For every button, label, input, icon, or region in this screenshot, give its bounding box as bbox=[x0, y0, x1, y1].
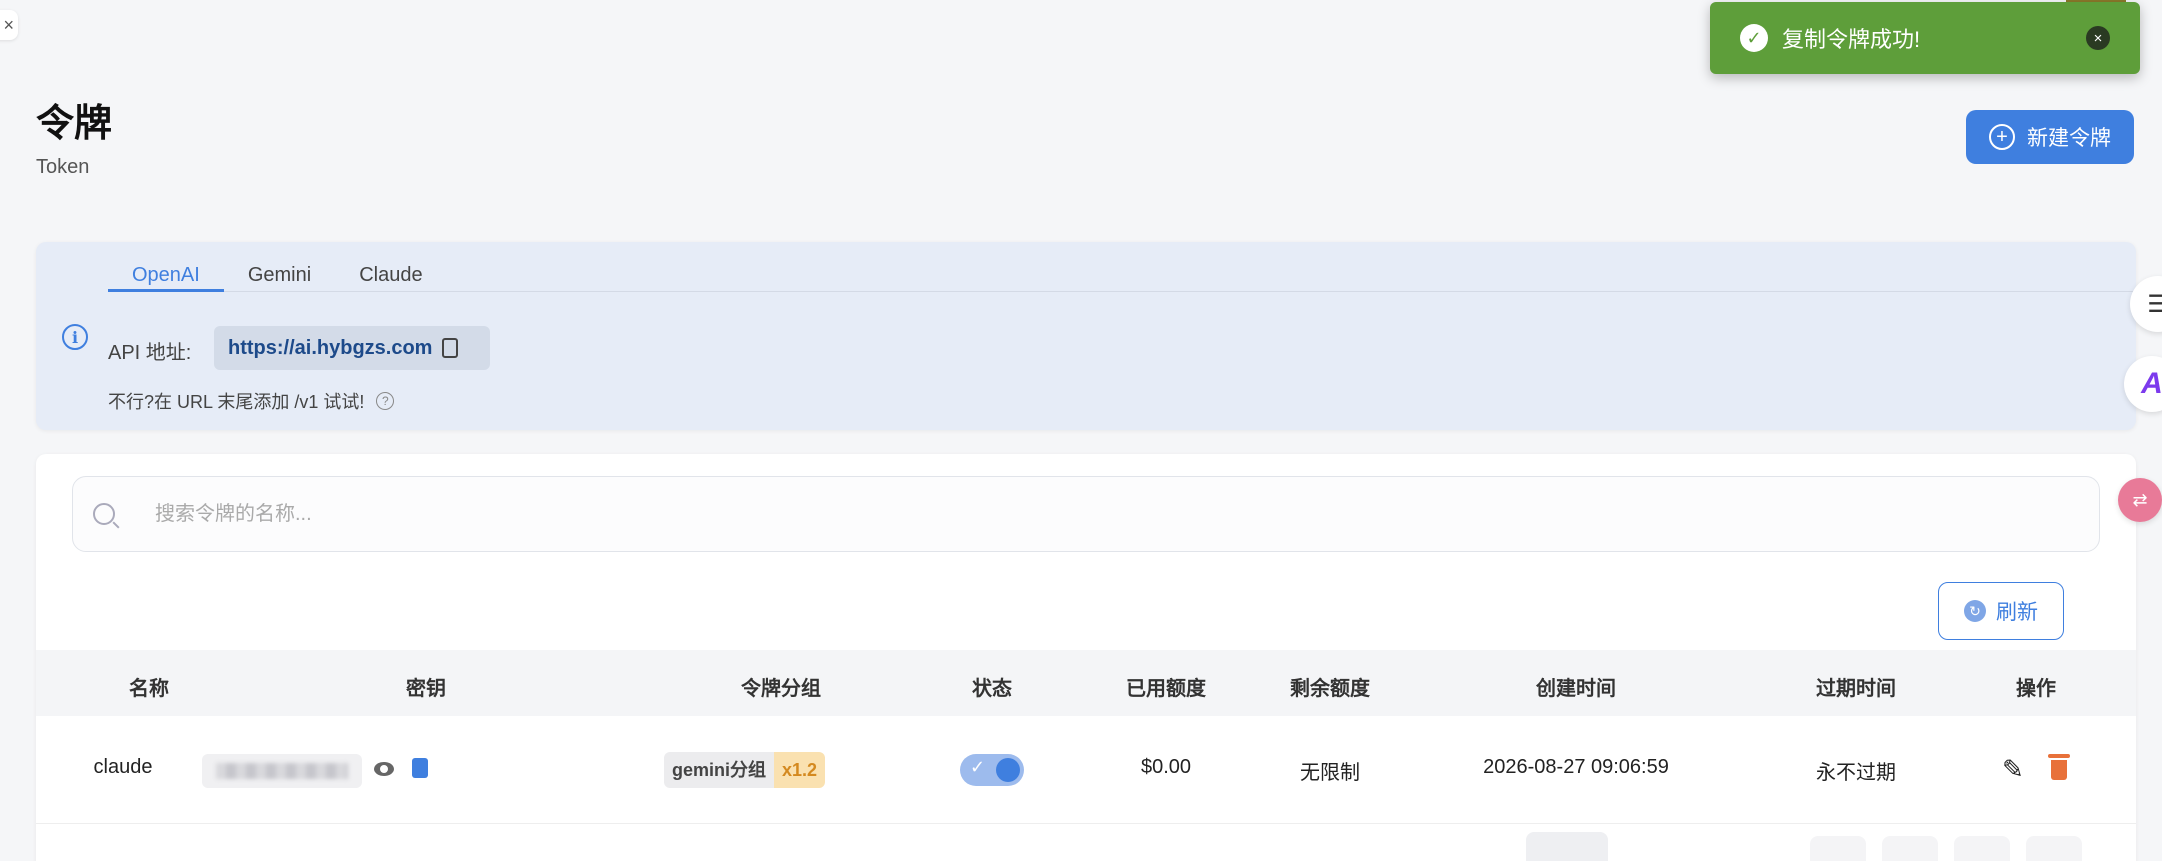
tab-gemini[interactable]: Gemini bbox=[224, 262, 335, 292]
token-group-name: gemini分组 bbox=[664, 752, 775, 788]
tab-openai[interactable]: OpenAI bbox=[108, 262, 224, 292]
remaining-quota: 无限制 bbox=[1300, 762, 1360, 784]
copy-icon[interactable] bbox=[442, 338, 459, 358]
search-box[interactable] bbox=[72, 476, 2100, 552]
copy-key-icon[interactable] bbox=[412, 758, 428, 778]
column-header-expires: 过期时间 bbox=[1816, 678, 1896, 700]
edit-icon[interactable]: ✎ bbox=[2002, 754, 2024, 785]
help-icon[interactable]: ? bbox=[376, 392, 395, 410]
column-header-created-at: 创建时间 bbox=[1536, 678, 1616, 700]
status-toggle[interactable]: ✓ bbox=[960, 754, 1024, 786]
search-icon bbox=[93, 503, 115, 525]
table-row: claude gemini分组 x1.2 ✓ $0.00 无限制 2026-08… bbox=[36, 716, 2136, 824]
page-subtitle: Token bbox=[36, 156, 90, 178]
column-header-group: 令牌分组 bbox=[741, 678, 821, 700]
new-token-label: 新建令牌 bbox=[2027, 127, 2111, 150]
page-title: 令牌 bbox=[36, 103, 113, 145]
translate-icon[interactable]: ⇄ bbox=[2118, 478, 2162, 522]
page-size-select[interactable] bbox=[1526, 832, 1608, 861]
prev-page-button[interactable] bbox=[1882, 836, 1938, 861]
api-hint-text: 不行?在 URL 末尾添加 /v1 试试! bbox=[108, 392, 365, 412]
token-key-masked bbox=[202, 754, 362, 788]
refresh-button[interactable]: ↻ 刷新 bbox=[1938, 582, 2064, 640]
token-name: claude bbox=[93, 756, 153, 778]
api-address-box[interactable]: https://ai.hybgzs.com bbox=[214, 326, 490, 370]
check-circle-icon: ✓ bbox=[1740, 24, 1768, 52]
token-table-card: ↻ 刷新 名称 密钥 令牌分组 状态 已用额度 剩余额度 创建时间 过期时间 操… bbox=[36, 454, 2136, 861]
api-info-panel: i OpenAI Gemini Claude API 地址: https://a… bbox=[36, 242, 2148, 430]
pagination bbox=[36, 826, 2136, 861]
info-icon: i bbox=[62, 324, 88, 350]
success-toast: ✓ 复制令牌成功! × bbox=[1710, 2, 2140, 74]
api-hint: 不行?在 URL 末尾添加 /v1 试试! ? bbox=[108, 388, 395, 414]
created-at: 2026-08-27 09:06:59 bbox=[1483, 756, 1669, 778]
api-address-value: https://ai.hybgzs.com bbox=[228, 336, 433, 359]
api-address-label: API 地址: bbox=[108, 342, 192, 364]
refresh-icon: ↻ bbox=[1964, 600, 1986, 622]
column-header-used-quota: 已用额度 bbox=[1126, 678, 1206, 700]
used-quota: $0.00 bbox=[1140, 756, 1192, 778]
close-icon[interactable]: × bbox=[2086, 26, 2110, 50]
eye-icon[interactable] bbox=[374, 762, 394, 776]
table-header: 名称 密钥 令牌分组 状态 已用额度 剩余额度 创建时间 过期时间 操作 bbox=[36, 650, 2136, 716]
token-group-tag: gemini分组 x1.2 bbox=[664, 752, 826, 788]
last-page-button[interactable] bbox=[2026, 836, 2082, 861]
column-header-key: 密钥 bbox=[406, 678, 446, 700]
panel-close-icon[interactable]: × bbox=[0, 10, 18, 40]
refresh-label: 刷新 bbox=[1996, 601, 2038, 624]
expires: 永不过期 bbox=[1816, 762, 1896, 784]
search-input[interactable] bbox=[155, 502, 1955, 526]
token-group-multiplier: x1.2 bbox=[774, 752, 826, 788]
new-token-button[interactable]: + 新建令牌 bbox=[1966, 110, 2134, 164]
column-header-name: 名称 bbox=[129, 678, 169, 700]
first-page-button[interactable] bbox=[1810, 836, 1866, 861]
api-tabs: OpenAI Gemini Claude bbox=[108, 262, 2148, 292]
plus-circle-icon: + bbox=[1989, 124, 2015, 150]
column-header-remaining-quota: 剩余额度 bbox=[1290, 678, 1370, 700]
column-header-status: 状态 bbox=[972, 678, 1012, 700]
delete-icon[interactable] bbox=[2048, 754, 2070, 780]
toast-message: 复制令牌成功! bbox=[1782, 27, 1921, 52]
column-header-actions: 操作 bbox=[2016, 678, 2056, 700]
tab-claude[interactable]: Claude bbox=[335, 262, 446, 292]
next-page-button[interactable] bbox=[1954, 836, 2010, 861]
